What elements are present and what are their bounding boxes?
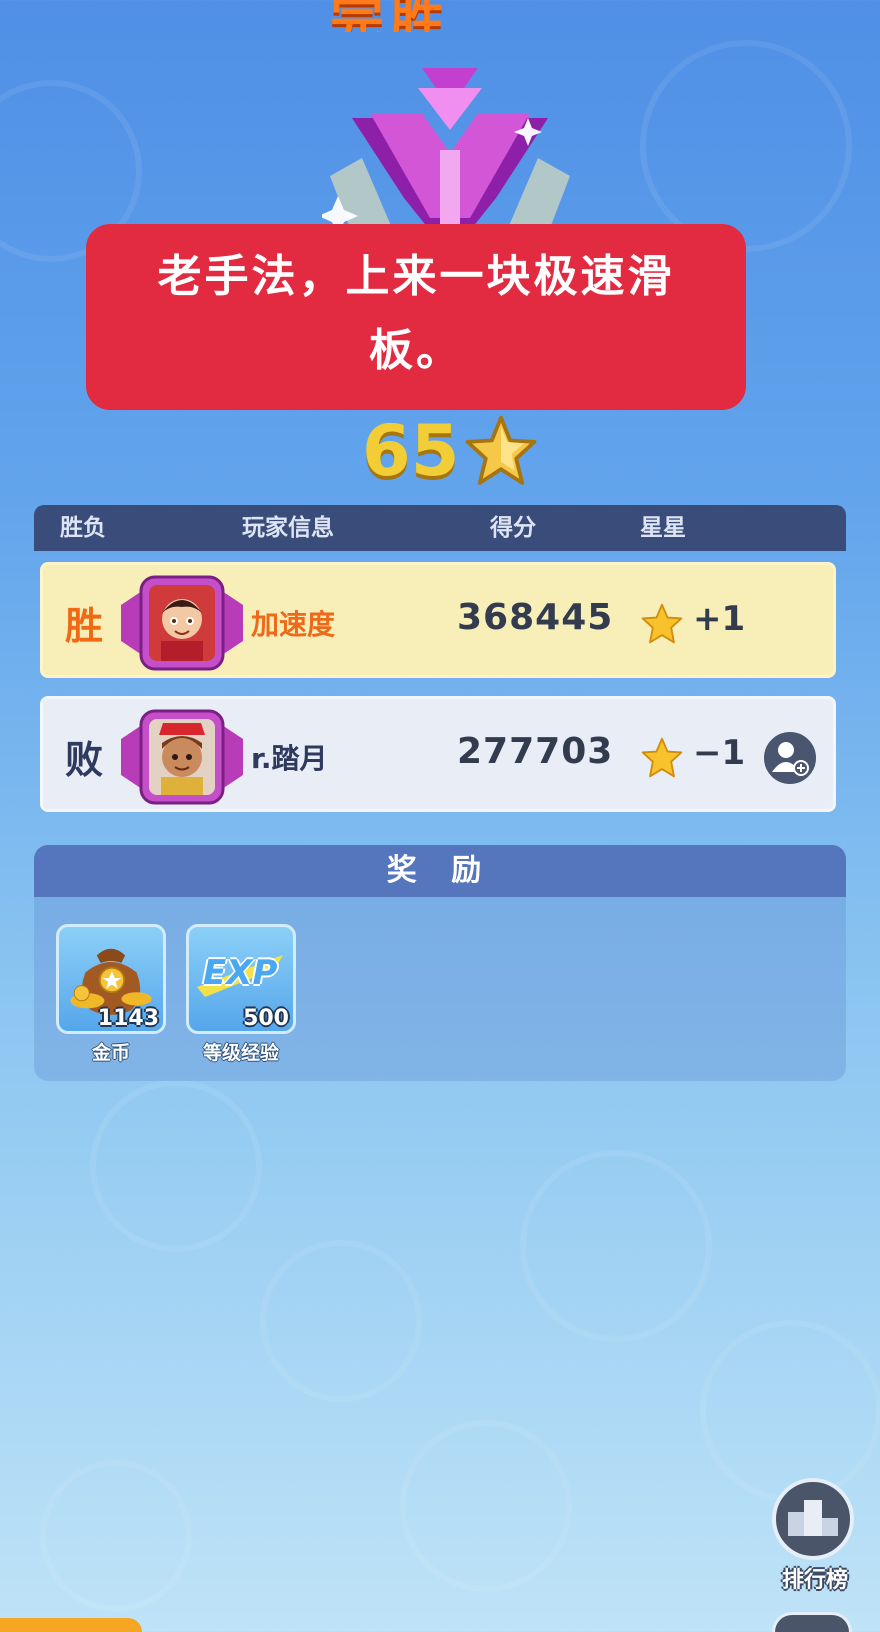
add-friend-icon (772, 742, 809, 776)
leaderboard-button[interactable] (772, 1478, 854, 1560)
bottom-right-button[interactable] (772, 1612, 852, 1632)
caption-line-1: 老手法，上来一块极速滑 (157, 251, 675, 302)
exp-icon-text: EXP (203, 953, 278, 993)
podium-icon (788, 1500, 838, 1536)
result-label: 胜 (65, 604, 104, 648)
player-avatar-frame-icon[interactable] (117, 575, 247, 671)
player-name: r.踏月 (251, 742, 328, 775)
reward-item-exp[interactable]: EXP 500 (186, 924, 296, 1034)
results-table-header: 胜负 玩家信息 得分 星星 (34, 505, 846, 551)
star-icon (641, 603, 683, 644)
player-score: 277703 (457, 731, 614, 772)
rewards-title: 奖 励 (386, 853, 494, 888)
caption-line-2: 板。 (369, 325, 463, 376)
reward-count: 500 (243, 1006, 289, 1031)
star-delta: −1 (693, 733, 746, 773)
leaderboard-label: 排行榜 (781, 1568, 848, 1593)
rewards-header: 奖 励 (34, 845, 846, 897)
player-name: 加速度 (251, 608, 336, 641)
reward-item-coins[interactable]: 1143 (56, 924, 166, 1034)
star-delta: +1 (693, 599, 746, 639)
exp-icon: EXP (195, 947, 287, 999)
add-friend-button[interactable] (761, 729, 819, 787)
result-label: 败 (65, 738, 104, 782)
player-score: 368445 (457, 597, 614, 638)
reward-label: 金币 (91, 1042, 130, 1064)
player-avatar-frame-icon[interactable] (117, 709, 247, 805)
victory-title: 完胜 (330, 0, 450, 32)
table-row-loser: 败 r.踏月 277703 −1 (40, 696, 836, 812)
bottom-left-button[interactable] (0, 1618, 142, 1632)
reward-count: 1143 (97, 1006, 159, 1031)
caption-overlay: 老手法，上来一块极速滑 板。 (86, 224, 746, 410)
star-icon (466, 415, 537, 485)
star-icon (641, 737, 683, 778)
rank-stars: 65 (362, 410, 539, 492)
rank-star-count: 65 (362, 410, 460, 492)
header-score: 得分 (490, 515, 536, 541)
header-stars: 星星 (640, 515, 686, 541)
header-player: 玩家信息 (242, 515, 334, 541)
table-row-winner: 胜 加速度 368445 +1 (40, 562, 836, 678)
trophy-badge-icon (322, 68, 570, 228)
header-result: 胜负 (60, 515, 106, 541)
reward-label: 等级经验 (202, 1042, 279, 1064)
